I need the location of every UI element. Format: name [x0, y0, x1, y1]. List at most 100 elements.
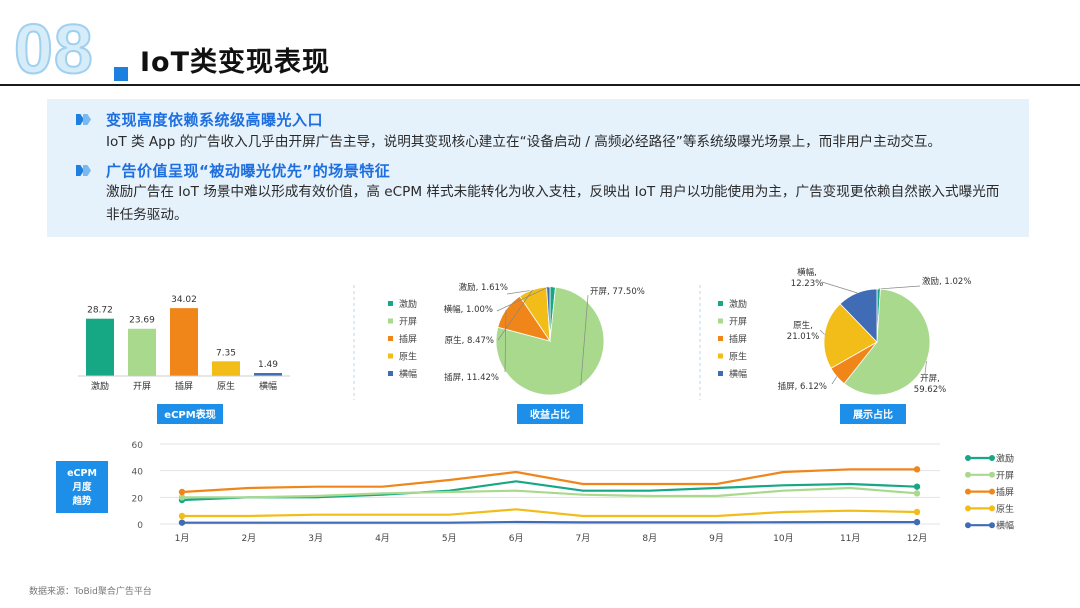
bar-value-label: 23.69 — [129, 316, 155, 326]
bar-激励 — [86, 318, 114, 376]
bar-value-label: 28.72 — [87, 306, 113, 316]
line-x-tick-label: 5月 — [442, 533, 457, 544]
line-x-tick-label: 2月 — [241, 533, 256, 544]
line-legend-label: 原生 — [996, 503, 1014, 515]
pie2-slice-label: 21.01% — [787, 332, 819, 342]
pie1-legend-swatch — [388, 371, 393, 376]
line-series-插屏 — [181, 468, 917, 494]
line-point-横幅 — [913, 518, 921, 526]
bar-chart-title: eCPM表现 — [164, 408, 215, 421]
line-x-tick-label: 6月 — [509, 533, 524, 544]
line-x-tick-label: 12月 — [907, 533, 927, 544]
charts-canvas: 28.72激励23.69开屏34.02插屏7.35原生1.49横幅eCPM表现激… — [56, 267, 1014, 544]
bar-value-label: 7.35 — [216, 348, 236, 358]
pie1-legend-label: 插屏 — [399, 333, 417, 345]
line-legend-label: 激励 — [996, 453, 1014, 465]
pie2-slice-label: 12.23% — [791, 279, 823, 289]
line-legend-dot — [965, 505, 971, 512]
bar-插屏 — [170, 308, 198, 376]
pie2-slice-label: 59.62% — [914, 385, 946, 395]
line-point-横幅 — [178, 519, 186, 526]
bar-category-label: 横幅 — [259, 380, 277, 392]
line-point-开屏 — [913, 490, 921, 497]
line-chart-title: 月度 — [71, 481, 92, 493]
pie2-legend-label: 原生 — [729, 351, 747, 363]
pie2-legend-label: 开屏 — [729, 317, 747, 328]
pie2-legend-label: 横幅 — [729, 368, 747, 380]
pie2-slice-label: 激励, 1.02% — [922, 276, 971, 287]
pie1-legend-label: 开屏 — [399, 317, 417, 328]
bar-category-label: 插屏 — [175, 380, 193, 392]
pie1-legend-swatch — [388, 301, 393, 306]
pie2-legend-swatch — [718, 353, 723, 359]
line-chart-title: eCPM — [67, 468, 97, 479]
pie2-leader-line — [878, 285, 921, 290]
line-x-tick-label: 3月 — [308, 533, 323, 544]
pie2-slice-label: 开屏, — [920, 374, 940, 384]
bar-category-label: 激励 — [91, 380, 109, 392]
pie1-slice-label: 原生, 8.47% — [445, 335, 494, 346]
pie1-legend-label: 激励 — [399, 298, 417, 310]
pie1-legend-label: 原生 — [399, 351, 417, 363]
pie2-legend-swatch — [718, 371, 723, 376]
line-point-插屏 — [913, 466, 921, 473]
pie2-legend-label: 插屏 — [729, 333, 747, 345]
line-x-tick-label: 7月 — [576, 533, 591, 544]
pie1-title: 收益占比 — [530, 408, 570, 421]
pie1-legend-swatch — [388, 336, 393, 341]
line-chart-title: 趋势 — [71, 495, 92, 507]
line-series-开屏 — [182, 486, 918, 499]
line-y-tick-label: 40 — [132, 468, 144, 478]
line-point-插屏 — [178, 488, 186, 496]
line-legend-dot — [965, 488, 971, 495]
bar-category-label: 原生 — [217, 380, 235, 392]
bar-category-label: 开屏 — [133, 381, 151, 392]
line-legend-dot — [989, 505, 995, 512]
line-series-原生 — [182, 508, 918, 518]
data-source-note: 数据来源：ToBid聚合广告平台 — [29, 587, 152, 597]
line-y-tick-label: 0 — [137, 521, 143, 531]
line-point-原生 — [913, 508, 921, 516]
line-x-tick-label: 11月 — [840, 533, 860, 544]
pie2-legend-label: 激励 — [729, 298, 747, 310]
line-legend-dot — [989, 471, 995, 478]
line-legend-label: 横幅 — [996, 520, 1014, 532]
pie2-legend-swatch — [718, 318, 723, 324]
pie2-leader-line — [831, 376, 838, 385]
line-legend-dot — [989, 455, 995, 461]
line-legend-dot — [989, 488, 995, 495]
line-point-激励 — [913, 483, 921, 490]
pie2-slice-label: 横幅, — [797, 267, 817, 278]
pie1-slice-label: 激励, 1.61% — [459, 282, 508, 293]
line-y-tick-label: 60 — [132, 441, 144, 451]
pie1-legend-swatch — [388, 353, 393, 359]
line-legend-label: 插屏 — [996, 486, 1014, 498]
bar-value-label: 1.49 — [258, 360, 278, 370]
line-x-tick-label: 1月 — [175, 533, 190, 544]
bar-原生 — [212, 361, 240, 376]
bar-开屏 — [128, 328, 156, 376]
line-legend-dot — [965, 471, 971, 478]
pie1-legend-label: 横幅 — [399, 368, 417, 380]
pie2-legend-swatch — [718, 336, 723, 341]
line-x-tick-label: 4月 — [375, 533, 390, 544]
pie2-slice-label: 原生, — [793, 320, 813, 331]
pie1-legend-swatch — [388, 318, 393, 324]
line-legend-dot — [965, 522, 971, 529]
pie1-slice-label: 开屏, 77.50% — [590, 287, 645, 297]
line-legend-dot — [965, 455, 971, 461]
line-point-原生 — [178, 512, 186, 520]
pie2-leader-line — [821, 281, 858, 294]
line-series-横幅 — [182, 520, 917, 524]
line-legend-dot — [989, 522, 995, 529]
pie1-slice-label: 横幅, 1.00% — [444, 304, 493, 315]
bar-value-label: 34.02 — [171, 295, 197, 305]
line-x-tick-label: 8月 — [642, 533, 657, 544]
pie2-leader-line — [819, 329, 825, 335]
pie2-legend-swatch — [718, 301, 723, 306]
line-x-tick-label: 10月 — [773, 533, 793, 544]
line-x-tick-label: 9月 — [709, 533, 724, 544]
pie1-slice-label: 插屏, 11.42% — [444, 372, 499, 383]
pie2-slice-label: 插屏, 6.12% — [778, 381, 827, 392]
line-legend-label: 开屏 — [996, 470, 1014, 481]
